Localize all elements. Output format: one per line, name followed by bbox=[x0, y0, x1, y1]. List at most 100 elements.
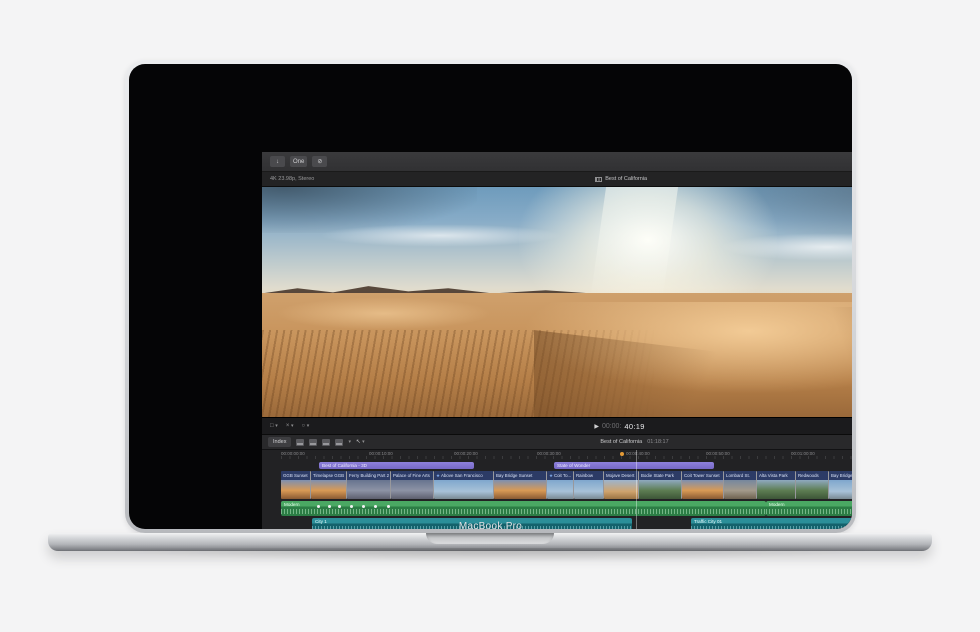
playhead[interactable] bbox=[636, 450, 637, 529]
title-clip[interactable]: State of Wonder bbox=[554, 462, 714, 469]
chevron-down-icon: ▾ bbox=[307, 423, 310, 429]
video-clip-thumbnail bbox=[604, 480, 638, 499]
keyframe-dot[interactable] bbox=[350, 505, 353, 508]
video-clip-name: Bodie State Park bbox=[639, 471, 681, 480]
title-clip[interactable]: Best of California - 3D bbox=[319, 462, 474, 469]
retime-menu[interactable]: ○ ▾ bbox=[302, 423, 310, 429]
keyframe-dot[interactable] bbox=[362, 505, 365, 508]
play-icon[interactable]: ▶ bbox=[594, 423, 599, 430]
video-clip[interactable]: Bay Bridge toward SF bbox=[829, 471, 852, 499]
timeline-project-title: Best of California bbox=[600, 439, 642, 445]
connect-edit-icon[interactable] bbox=[296, 439, 304, 446]
favorite-star-icon: ★ bbox=[436, 473, 440, 478]
music-clip-label: Modern bbox=[281, 501, 766, 508]
video-clip-thumbnail bbox=[757, 480, 795, 499]
viewer-canvas[interactable] bbox=[262, 187, 852, 417]
overwrite-edit-icon[interactable] bbox=[335, 439, 343, 446]
video-clip-name: Bay Bridge Sunset bbox=[494, 471, 546, 480]
keyframe-dot[interactable] bbox=[338, 505, 341, 508]
video-clip-thumbnail bbox=[434, 480, 493, 499]
keyframe-dot[interactable] bbox=[387, 505, 390, 508]
keyframe-dot[interactable] bbox=[374, 505, 377, 508]
video-clip[interactable]: Alta Vista Park bbox=[757, 471, 796, 499]
video-clip-name: ★Above San Francisco bbox=[434, 471, 493, 480]
index-button[interactable]: Index bbox=[268, 437, 291, 447]
scene-dune-shadow bbox=[791, 307, 852, 376]
viewer-header: 4K 23.98p, Stereo Best of California 100… bbox=[262, 172, 852, 187]
insert-edit-icon[interactable] bbox=[309, 439, 317, 446]
video-clip-thumbnail bbox=[829, 480, 852, 499]
video-clip-name: Mojave Desert bbox=[604, 471, 638, 480]
final-cut-pro-window: ↓ One ⊘ ↑ 4K 23.98p, Stereo Best of Cali… bbox=[262, 152, 852, 529]
video-clip-name: Rainbow bbox=[574, 471, 603, 480]
clip-format-info: 4K 23.98p, Stereo bbox=[270, 176, 314, 182]
video-clip[interactable]: Bay Bridge Sunset bbox=[494, 471, 547, 499]
video-clip[interactable]: ★Above San Francisco bbox=[434, 471, 494, 499]
lid-lift-notch bbox=[426, 533, 554, 544]
viewer-title-group: Best of California bbox=[314, 176, 852, 182]
view-options-menu[interactable]: □ ▾ bbox=[270, 423, 278, 429]
tools-menu[interactable]: × ▾ bbox=[286, 423, 294, 429]
video-clip-thumbnail bbox=[347, 480, 390, 499]
video-clip-name: GGB Sunset bbox=[281, 471, 310, 480]
macbook-lid: ↓ One ⊘ ↑ 4K 23.98p, Stereo Best of Cali… bbox=[125, 60, 856, 533]
workspace-one-button[interactable]: One bbox=[290, 156, 307, 167]
scene-sand-ripples bbox=[262, 330, 655, 417]
video-clip[interactable]: Timelapse GGB bbox=[311, 471, 347, 499]
video-clip-name: Alta Vista Park bbox=[757, 471, 795, 480]
video-clip[interactable]: Palace of Fine Arts bbox=[391, 471, 434, 499]
music-clip[interactable]: Modern bbox=[766, 501, 852, 516]
chevron-down-icon: ▾ bbox=[275, 423, 278, 429]
video-clip-name: ★Coit To... bbox=[547, 471, 573, 480]
ruler-timecode-label: 00:00:30:00 bbox=[537, 451, 561, 456]
chevron-down-icon: ▾ bbox=[291, 423, 294, 429]
viewer-project-title: Best of California bbox=[605, 176, 647, 182]
append-edit-icon[interactable] bbox=[322, 439, 330, 446]
import-button[interactable]: ↓ bbox=[270, 156, 285, 167]
video-clip-thumbnail bbox=[796, 480, 828, 499]
timeline-duration: 01:18:17 bbox=[647, 439, 668, 445]
video-clip[interactable]: ★Coit To... bbox=[547, 471, 574, 499]
ruler-timecode-label: 00:01:00:00 bbox=[791, 451, 815, 456]
video-clip-thumbnail bbox=[574, 480, 603, 499]
video-clip[interactable]: Lombard St. bbox=[724, 471, 757, 499]
import-icon: ↓ bbox=[276, 159, 279, 165]
background-tasks-button[interactable]: ⊘ bbox=[312, 156, 327, 167]
video-clip[interactable]: GGB Sunset bbox=[281, 471, 311, 499]
background-tasks-icon: ⊘ bbox=[317, 158, 322, 165]
video-clip-name: Bay Bridge toward SF bbox=[829, 471, 852, 480]
video-clip-thumbnail bbox=[639, 480, 681, 499]
timeline-toolbar: Index ▾ ↖ ▾ Best of California 01:18:17 … bbox=[262, 434, 852, 450]
video-clip[interactable]: Redwoods bbox=[796, 471, 829, 499]
timecode-hours: 00:00: bbox=[602, 423, 621, 430]
chevron-down-icon: ▾ bbox=[362, 439, 365, 445]
music-clip[interactable]: Modern bbox=[281, 501, 766, 516]
video-clip-name: Timelapse GGB bbox=[311, 471, 346, 480]
video-clip-thumbnail bbox=[391, 480, 433, 499]
app-toolbar: ↓ One ⊘ ↑ bbox=[262, 152, 852, 172]
ruler-timecode-label: 00:00:20:00 bbox=[454, 451, 478, 456]
transport-bar: □ ▾ × ▾ ○ ▾ ▶ 00:00:40:19 ⤢ bbox=[262, 417, 852, 434]
timeline-body[interactable]: 00:00:00:0000:00:10:0000:00:20:0000:00:3… bbox=[262, 450, 852, 529]
video-clip[interactable]: Rainbow bbox=[574, 471, 604, 499]
video-clip-thumbnail bbox=[494, 480, 546, 499]
product-shot: ↓ One ⊘ ↑ 4K 23.98p, Stereo Best of Cali… bbox=[0, 0, 980, 632]
screen-bezel: ↓ One ⊘ ↑ 4K 23.98p, Stereo Best of Cali… bbox=[129, 64, 852, 529]
video-clip-thumbnail bbox=[547, 480, 573, 499]
ruler-timecode-label: 00:00:10:00 bbox=[369, 451, 393, 456]
project-icon bbox=[595, 177, 602, 182]
keyframe-dot[interactable] bbox=[317, 505, 320, 508]
keyframe-dot[interactable] bbox=[328, 505, 331, 508]
video-clip[interactable]: Coit Tower Sunset bbox=[682, 471, 724, 499]
video-clip[interactable]: Mojave Desert bbox=[604, 471, 639, 499]
timecode-current: 40:19 bbox=[624, 422, 644, 431]
video-clip-thumbnail bbox=[682, 480, 723, 499]
select-tool-menu[interactable]: ↖ ▾ bbox=[356, 439, 365, 445]
chevron-down-icon: ▾ bbox=[348, 439, 351, 445]
video-clip-name: Palace of Fine Arts bbox=[391, 471, 433, 480]
ruler-timecode-label: 00:00:50:00 bbox=[706, 451, 730, 456]
video-clip-thumbnail bbox=[311, 480, 346, 499]
video-clip[interactable]: Bodie State Park bbox=[639, 471, 682, 499]
video-clip[interactable]: Ferry Building Part 2 bbox=[347, 471, 391, 499]
timeline-marker-icon[interactable] bbox=[620, 452, 624, 456]
